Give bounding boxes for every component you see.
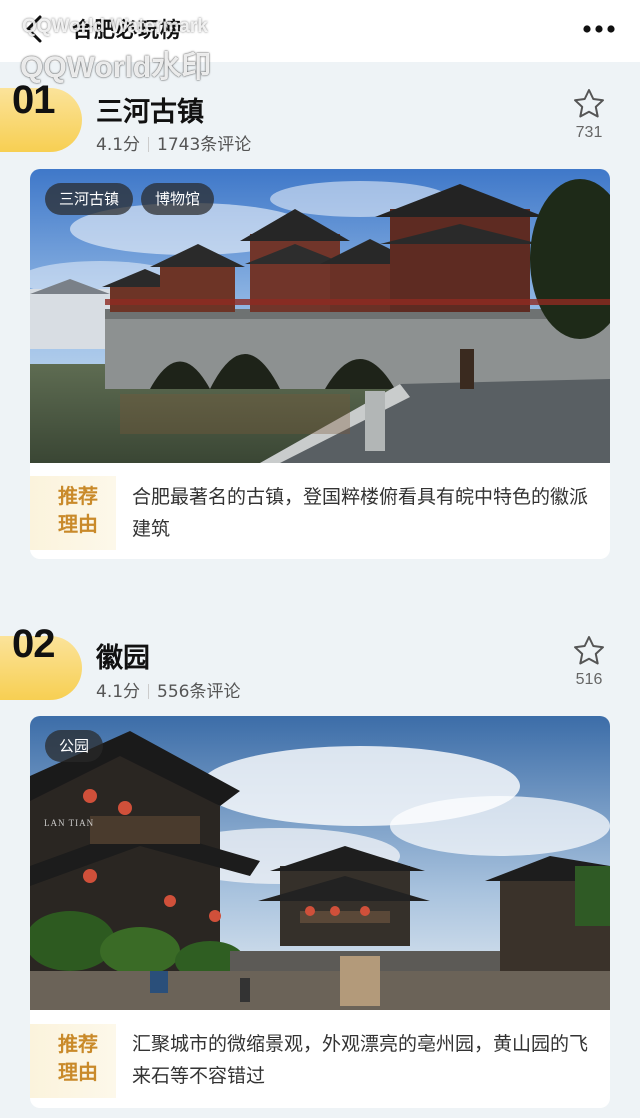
reason-label-line2: 理由 [58, 512, 98, 536]
rating: 4.1分 [96, 135, 141, 155]
watermark-large: QQWorld水印 [20, 51, 212, 84]
attraction-card[interactable]: 三河古镇 博物馆 推荐 理由 合肥最著名的古镇，登国粹楼俯看具有皖中特色的徽派建… [30, 169, 610, 559]
reason-label-line1: 推荐 [58, 484, 98, 508]
attraction-card[interactable]: 公园 LAN TIAN 推荐 理由 汇聚城市的微缩景观，外观漂亮的亳州园，黄山园… [30, 716, 610, 1108]
ranking-entry-1[interactable]: 01 三河古镇 4.1分 1743条评论 731 三河古镇 博物馆 推荐 理由 … [0, 62, 640, 572]
watermark-small: QQWorld Watermark [22, 16, 208, 37]
rating-line: 4.1分 556条评论 [96, 677, 241, 702]
recommend-reason-badge: 推荐 理由 [30, 476, 142, 550]
attraction-photo[interactable]: 三河古镇 博物馆 [30, 169, 610, 463]
photo-caption: LAN TIAN [44, 818, 95, 828]
favorite-count: 731 [575, 124, 603, 141]
place-name[interactable]: 徽园 [96, 636, 150, 675]
attraction-photo[interactable]: 公园 LAN TIAN [30, 716, 610, 1010]
star-icon[interactable] [573, 88, 605, 120]
review-count[interactable]: 556条评论 [157, 682, 240, 702]
rating: 4.1分 [96, 682, 141, 702]
ranking-entry-2[interactable]: 02 徽园 4.1分 556条评论 516 公园 LAN TIAN 推荐 理由 … [0, 610, 640, 1118]
rank-number: 02 [12, 622, 55, 666]
rating-line: 4.1分 1743条评论 [96, 130, 251, 155]
divider [148, 684, 150, 699]
tag[interactable]: 公园 [45, 730, 104, 762]
tag-list: 三河古镇 博物馆 [45, 183, 215, 215]
divider [148, 137, 150, 152]
reason-label-line2: 理由 [58, 1060, 98, 1084]
tag[interactable]: 博物馆 [141, 183, 215, 215]
huiyuan-park-image [30, 716, 610, 1010]
reason-label-line1: 推荐 [58, 1032, 98, 1056]
tag-list: 公园 [45, 730, 104, 762]
favorite-count: 516 [575, 671, 603, 688]
tag[interactable]: 三河古镇 [45, 183, 134, 215]
recommend-reason-text: 汇聚城市的微缩景观，外观漂亮的亳州园，黄山园的飞来石等不容错过 [132, 1033, 589, 1087]
review-count[interactable]: 1743条评论 [157, 135, 251, 155]
more-icon[interactable] [582, 24, 616, 34]
star-icon[interactable] [573, 635, 605, 667]
recommend-reason-badge: 推荐 理由 [30, 1024, 142, 1098]
place-name[interactable]: 三河古镇 [96, 90, 204, 129]
recommend-reason-text: 合肥最著名的古镇，登国粹楼俯看具有皖中特色的徽派建筑 [132, 486, 589, 540]
